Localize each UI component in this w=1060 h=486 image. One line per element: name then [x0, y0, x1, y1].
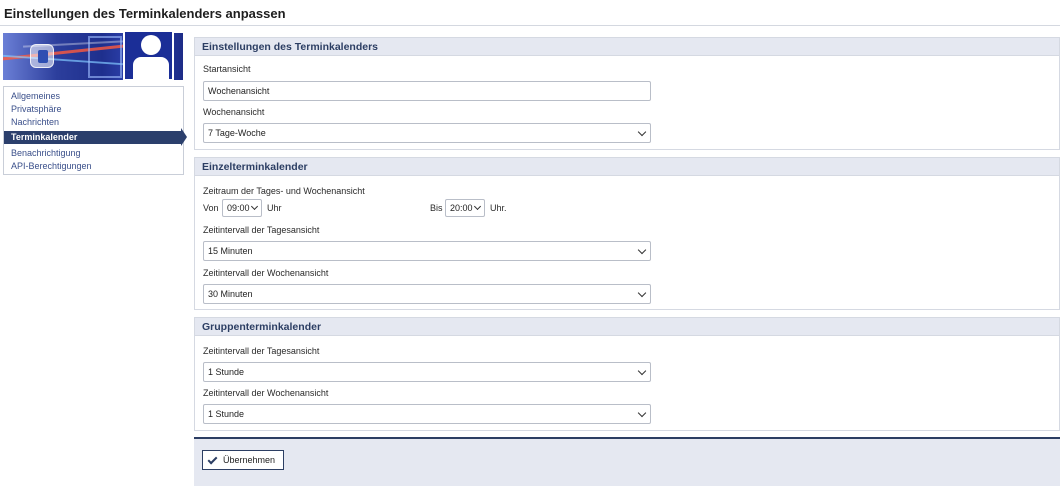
section-title: Gruppenterminkalender [195, 318, 1059, 336]
group-week-interval-label: Zeitintervall der Wochenansicht [203, 388, 329, 398]
group-day-interval-select[interactable]: 1 Stunde [203, 362, 651, 382]
group-day-interval-value: 1 Stunde [208, 367, 245, 377]
check-icon [207, 454, 218, 465]
day-interval-select[interactable]: 15 Minuten [203, 241, 651, 261]
page-title: Einstellungen des Terminkalenders anpass… [4, 6, 286, 21]
sidebar-item-allgemeines[interactable]: Allgemeines [4, 90, 183, 103]
sidebar-item-benachrichtigung[interactable]: Benachrichtigung [4, 147, 183, 160]
sidebar-item-terminkalender[interactable]: Terminkalender [4, 131, 182, 144]
week-view-label: Wochenansicht [203, 107, 265, 117]
from-label: Von [203, 203, 219, 213]
week-interval-select[interactable]: 30 Minuten [203, 284, 651, 304]
avatar [123, 30, 174, 81]
title-divider [0, 25, 1060, 26]
section-title: Einzelterminkalender [195, 158, 1059, 176]
active-item-arrow [181, 128, 187, 146]
from-unit-label: Uhr [267, 203, 282, 213]
apply-button[interactable]: Übernehmen [202, 450, 284, 470]
day-interval-value: 15 Minuten [208, 246, 253, 256]
sidebar-item-api-berechtigungen[interactable]: API-Berechtigungen [4, 160, 183, 173]
week-interval-label: Zeitintervall der Wochenansicht [203, 268, 329, 278]
form-footer: Übernehmen [194, 437, 1060, 486]
apply-button-label: Übernehmen [223, 455, 276, 465]
chevron-down-icon [637, 366, 647, 376]
section-title: Einstellungen des Terminkalenders [195, 38, 1059, 56]
chevron-down-icon [637, 245, 647, 255]
to-label: Bis [430, 203, 443, 213]
to-unit-label: Uhr. [490, 203, 507, 213]
section-group-calendar: Gruppenterminkalender Zeitintervall der … [194, 317, 1060, 431]
week-interval-value: 30 Minuten [208, 289, 253, 299]
chevron-down-icon [637, 408, 647, 418]
group-week-interval-select[interactable]: 1 Stunde [203, 404, 651, 424]
section-single-calendar: Einzelterminkalender Zeitraum der Tages-… [194, 157, 1060, 310]
from-time-select[interactable]: 09:00 [222, 199, 262, 217]
settings-sidebar-menu: Allgemeines Privatsphäre Nachrichten Ter… [3, 86, 184, 175]
week-view-select-value: 7 Tage-Woche [208, 128, 266, 138]
start-view-input[interactable]: Wochenansicht [203, 81, 651, 101]
user-icon [141, 35, 161, 55]
day-interval-label: Zeitintervall der Tagesansicht [203, 225, 320, 235]
to-time-select[interactable]: 20:00 [445, 199, 485, 217]
time-range-label: Zeitraum der Tages- und Wochenansicht [203, 186, 365, 196]
from-time-value: 09:00 [227, 203, 250, 213]
sidebar-item-privatsphaere[interactable]: Privatsphäre [4, 103, 183, 116]
section-calendar-settings: Einstellungen des Terminkalenders Starta… [194, 37, 1060, 150]
contact-card-icon [30, 44, 54, 68]
chevron-down-icon [250, 202, 259, 211]
chevron-down-icon [637, 127, 647, 137]
chevron-down-icon [473, 202, 482, 211]
chevron-down-icon [637, 288, 647, 298]
group-week-interval-value: 1 Stunde [208, 409, 245, 419]
start-view-label: Startansicht [203, 64, 251, 74]
week-view-select[interactable]: 7 Tage-Woche [203, 123, 651, 143]
to-time-value: 20:00 [450, 203, 473, 213]
group-day-interval-label: Zeitintervall der Tagesansicht [203, 346, 320, 356]
sidebar-item-nachrichten[interactable]: Nachrichten [4, 116, 183, 129]
